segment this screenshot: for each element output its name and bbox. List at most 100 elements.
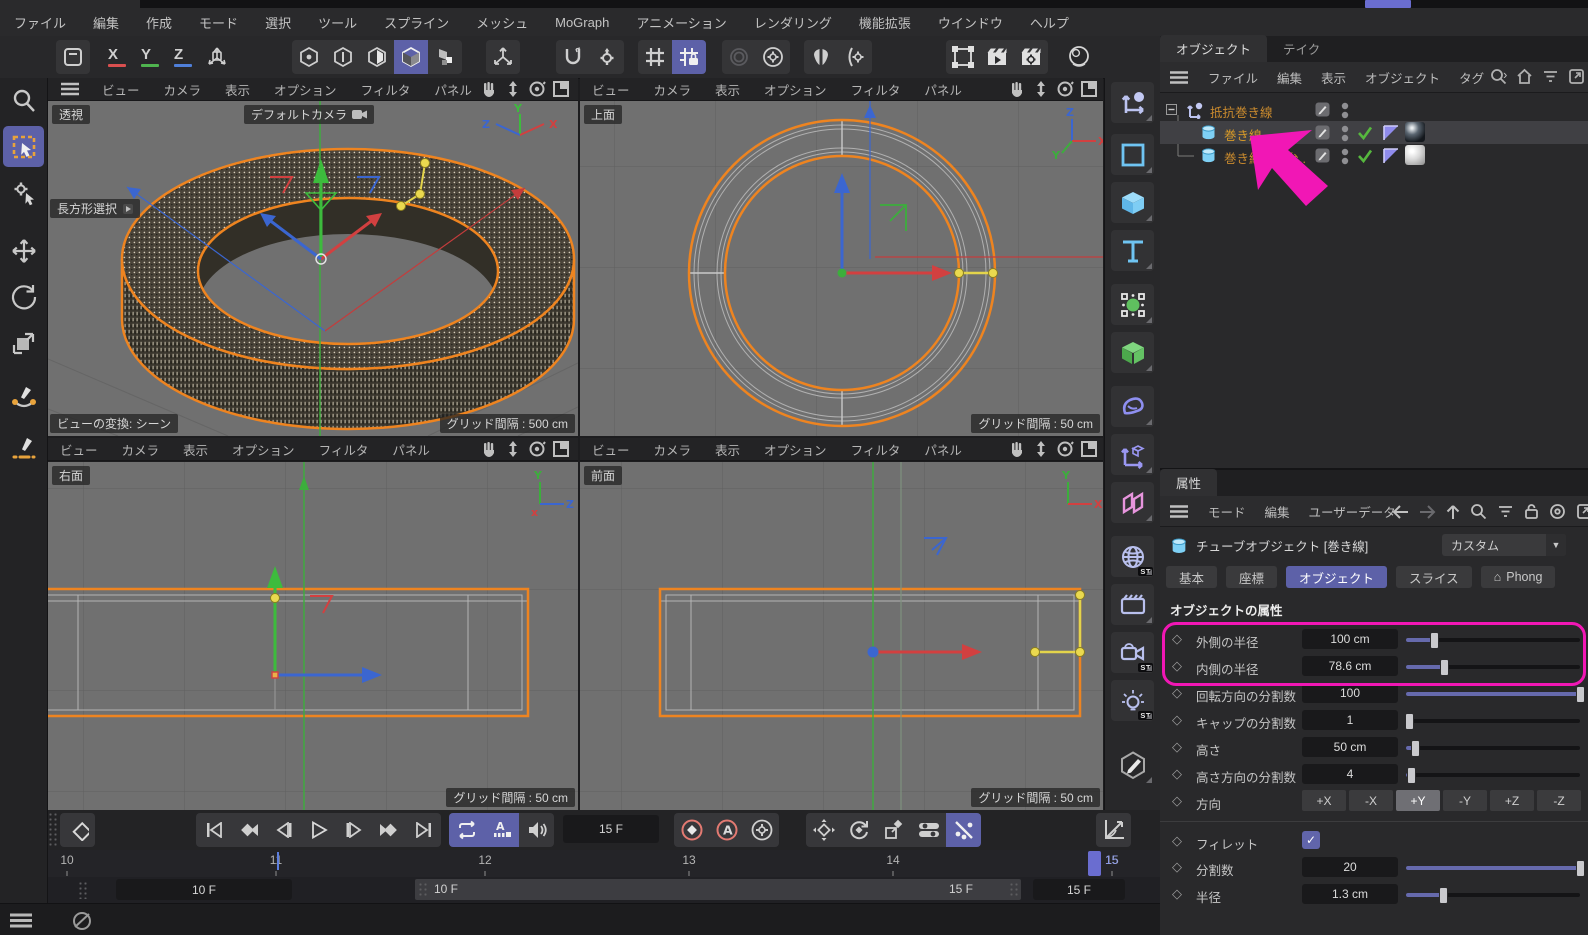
camera-object-icon[interactable]: ST bbox=[1111, 632, 1154, 673]
filter-icon[interactable] bbox=[1497, 504, 1514, 519]
new-panel-icon[interactable] bbox=[1576, 503, 1588, 520]
fillet-checkbox[interactable]: ✓ bbox=[1302, 831, 1320, 849]
model-mode-icon[interactable] bbox=[394, 40, 428, 74]
value-slider[interactable] bbox=[1406, 713, 1580, 728]
om-menu-item[interactable]: 表示 bbox=[1321, 68, 1346, 87]
play-icon[interactable] bbox=[301, 813, 336, 847]
goto-end-icon[interactable] bbox=[406, 813, 441, 847]
attr-menu-item[interactable]: ユーザーデータ bbox=[1309, 502, 1396, 521]
viewport-menu-item[interactable]: フィルタ bbox=[851, 80, 901, 99]
value-slider[interactable] bbox=[1406, 767, 1580, 782]
tab-objects[interactable]: オブジェクト bbox=[1160, 35, 1267, 62]
current-frame-field[interactable]: 15 F bbox=[563, 815, 659, 843]
coordinate-system-icon[interactable] bbox=[200, 40, 234, 74]
viewport-menu-item[interactable]: パネル bbox=[924, 440, 962, 459]
value-slider[interactable] bbox=[1406, 632, 1580, 647]
menu-item[interactable]: 編集 bbox=[93, 13, 119, 32]
menu-item[interactable]: メッシュ bbox=[476, 13, 528, 32]
viewport-top[interactable]: ZXY 上面 グリッド間隔 : 50 cm bbox=[580, 101, 1103, 436]
goto-start-icon[interactable] bbox=[196, 813, 231, 847]
maximize-view-icon[interactable] bbox=[1080, 440, 1098, 458]
value-input[interactable]: 4 bbox=[1302, 764, 1398, 784]
edges-mode-icon[interactable] bbox=[326, 40, 360, 74]
om-menu-item[interactable]: 編集 bbox=[1277, 68, 1302, 87]
viewport-menu-item[interactable]: 表示 bbox=[183, 440, 208, 459]
material-edit-icon[interactable] bbox=[1111, 744, 1154, 785]
viewport-menu-item[interactable]: カメラ bbox=[654, 440, 692, 459]
hamburger-icon[interactable] bbox=[1170, 505, 1188, 518]
dolly-icon[interactable] bbox=[504, 440, 522, 458]
menu-item[interactable]: ウインドウ bbox=[938, 13, 1003, 32]
rotate-icon[interactable] bbox=[3, 276, 44, 317]
menu-item[interactable]: 作成 bbox=[146, 13, 172, 32]
drag-grip[interactable] bbox=[48, 812, 57, 848]
value-input[interactable]: 78.6 cm bbox=[1302, 656, 1398, 676]
key-diamond-icon[interactable]: ◇ bbox=[1172, 766, 1182, 782]
key-diamond-icon[interactable]: ◇ bbox=[1172, 631, 1182, 647]
object-name[interactable]: 抵抗巻き線 bbox=[1210, 102, 1273, 121]
back-arrow-icon[interactable] bbox=[1392, 505, 1409, 519]
search-icon[interactable] bbox=[1470, 503, 1487, 520]
object-mode-icon[interactable] bbox=[428, 40, 462, 74]
text-object-icon[interactable] bbox=[1111, 230, 1154, 271]
stage-object-icon[interactable] bbox=[1111, 584, 1154, 625]
workplane-grid-icon[interactable] bbox=[638, 40, 672, 74]
viewport-perspective[interactable]: YZX 透視 デフォルトカメラ 長方形選択 ビューの変換: シーン グリッド間隔… bbox=[48, 101, 578, 436]
viewport-menu-item[interactable]: フィルタ bbox=[319, 440, 369, 459]
om-menu-item[interactable]: タグ bbox=[1459, 68, 1484, 87]
viewport-menu-item[interactable]: ビュー bbox=[102, 80, 140, 99]
key-diamond-icon[interactable]: ◇ bbox=[1172, 833, 1182, 849]
menu-item[interactable]: モード bbox=[199, 13, 238, 32]
move-icon[interactable] bbox=[3, 230, 44, 271]
null-object-icon[interactable] bbox=[1111, 82, 1154, 123]
tree-row-coil[interactable]: 巻き線 bbox=[1160, 121, 1588, 144]
axis-tool-icon[interactable] bbox=[486, 40, 520, 74]
target-icon[interactable] bbox=[1549, 503, 1566, 520]
key-pla-icon[interactable] bbox=[946, 813, 981, 847]
value-slider[interactable] bbox=[1406, 860, 1580, 875]
tab-coordinates[interactable]: 座標 bbox=[1226, 566, 1277, 588]
object-name[interactable]: 巻き線の土台.. bbox=[1224, 148, 1306, 167]
workplane-object-icon[interactable] bbox=[1111, 434, 1154, 475]
tree-row-coil-parent[interactable]: 抵抗巻き線 bbox=[1160, 98, 1588, 121]
polygons-mode-icon[interactable] bbox=[360, 40, 394, 74]
pan-hand-icon[interactable] bbox=[1008, 80, 1026, 98]
value-input[interactable]: 50 cm bbox=[1302, 737, 1398, 757]
orientation-minus-x[interactable]: -X bbox=[1349, 790, 1393, 811]
orbit-icon[interactable] bbox=[528, 80, 546, 98]
range-start-field[interactable]: 10 F bbox=[116, 879, 292, 900]
visibility-dots-icon[interactable] bbox=[1341, 125, 1349, 145]
viewport-menu-item[interactable]: パネル bbox=[434, 80, 472, 99]
sky-object-icon[interactable]: ST bbox=[1111, 536, 1154, 577]
viewport-menu-item[interactable]: ビュー bbox=[60, 440, 98, 459]
om-menu-item[interactable]: オブジェクト bbox=[1365, 68, 1440, 87]
orbit-icon[interactable] bbox=[1056, 440, 1074, 458]
axis-lock-z[interactable]: Z bbox=[166, 40, 200, 74]
orientation-minus-z[interactable]: -Z bbox=[1537, 790, 1581, 811]
playhead[interactable] bbox=[1088, 851, 1101, 876]
viewport-front[interactable]: YX 前面 グリッド間隔 : 50 cm bbox=[580, 462, 1103, 810]
mirror-settings-icon[interactable] bbox=[838, 40, 872, 74]
subdivision-surface-icon[interactable] bbox=[1111, 284, 1154, 325]
next-key-icon[interactable] bbox=[371, 813, 406, 847]
collapse-icon[interactable] bbox=[1166, 104, 1177, 115]
object-name[interactable]: 巻き線 bbox=[1224, 125, 1262, 144]
camera-label[interactable]: デフォルトカメラ bbox=[244, 105, 374, 124]
orientation-minus-y[interactable]: -Y bbox=[1443, 790, 1487, 811]
layer-edit-icon[interactable] bbox=[1315, 148, 1330, 166]
viewport-menu-item[interactable]: カメラ bbox=[122, 440, 160, 459]
filter-icon[interactable] bbox=[1542, 68, 1559, 85]
tab-takes[interactable]: テイク bbox=[1267, 35, 1336, 62]
menu-item[interactable]: ヘルプ bbox=[1030, 13, 1069, 32]
prev-frame-icon[interactable] bbox=[266, 813, 301, 847]
sound-icon[interactable] bbox=[519, 813, 554, 847]
maximize-view-icon[interactable] bbox=[552, 80, 570, 98]
orientation-plus-x[interactable]: +X bbox=[1302, 790, 1346, 811]
pan-hand-icon[interactable] bbox=[480, 440, 498, 458]
visibility-dots-icon[interactable] bbox=[1341, 102, 1349, 122]
volume-generator-icon[interactable] bbox=[1111, 332, 1154, 373]
value-input[interactable]: 100 cm bbox=[1302, 629, 1398, 649]
attr-menu-item[interactable]: 編集 bbox=[1265, 502, 1290, 521]
drag-grip[interactable] bbox=[78, 881, 88, 899]
dolly-icon[interactable] bbox=[1032, 440, 1050, 458]
